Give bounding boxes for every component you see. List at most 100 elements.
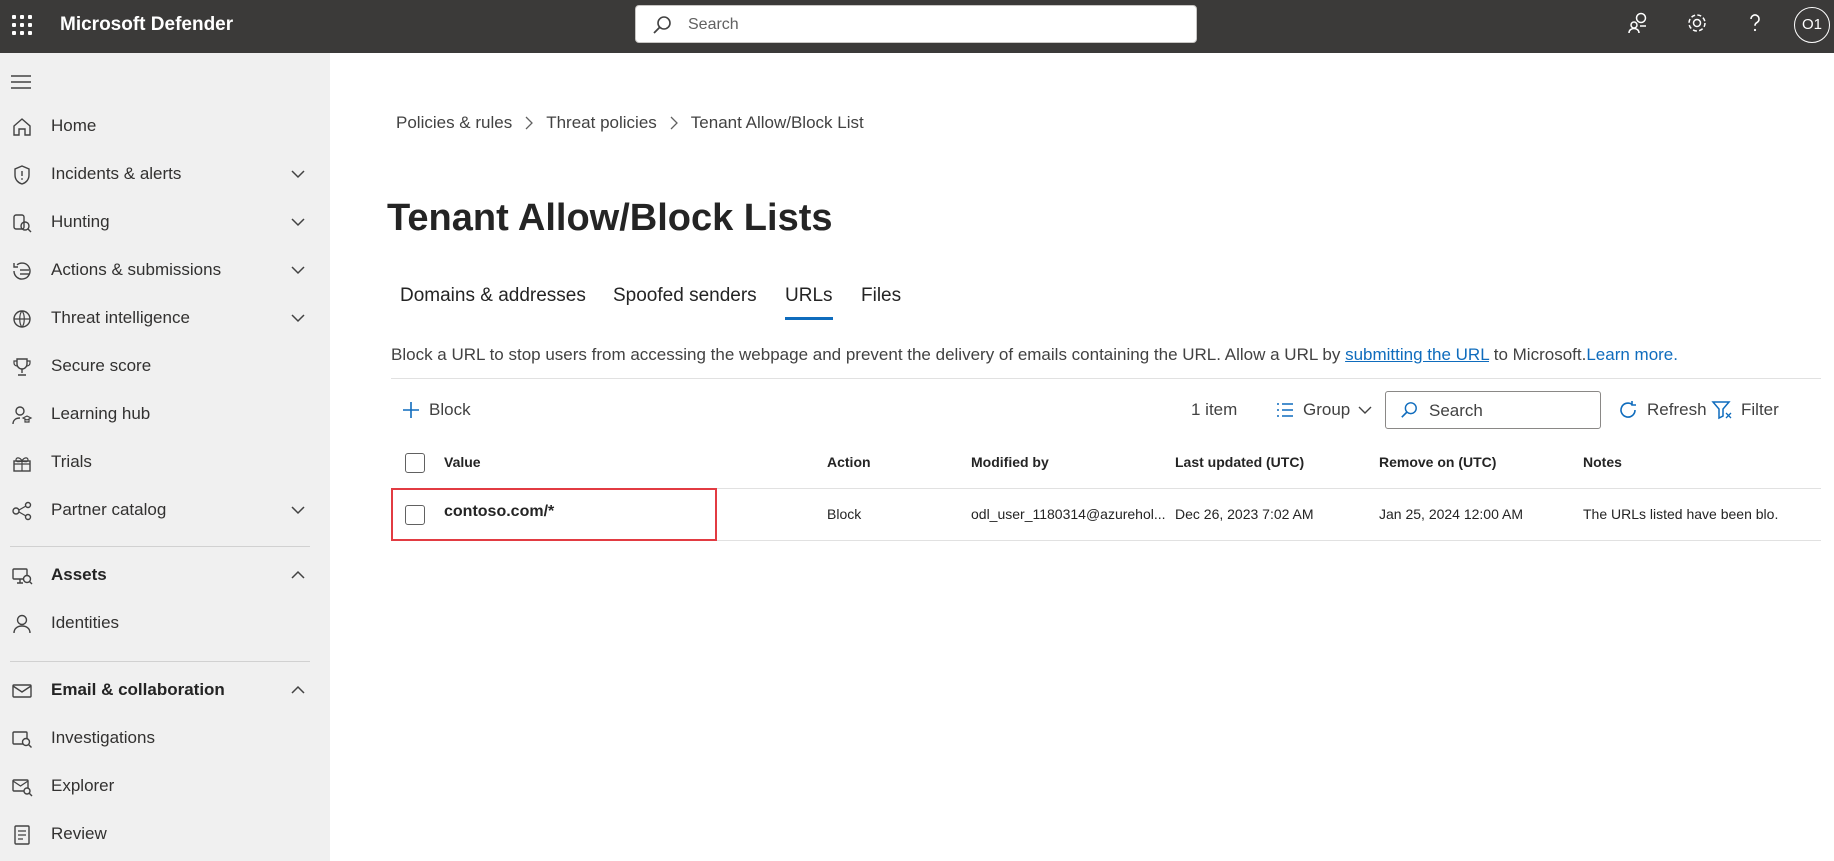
filter-label: Filter: [1741, 400, 1779, 419]
global-search-input[interactable]: Search: [635, 5, 1197, 43]
threat-intel-icon: [13, 310, 31, 328]
nav-item-learning-hub[interactable]: Learning hub: [0, 392, 330, 436]
nav-label: Actions & submissions: [51, 260, 222, 279]
breadcrumb-policies-rules[interactable]: Policies & rules: [396, 113, 512, 133]
column-header-remove-on[interactable]: Remove on (UTC): [1379, 454, 1496, 470]
table-search-placeholder: Search: [1429, 401, 1483, 420]
breadcrumb-threat-policies[interactable]: Threat policies: [546, 113, 657, 133]
refresh-icon: [1620, 401, 1636, 418]
help-icon[interactable]: [1742, 10, 1768, 36]
review-icon: [14, 825, 30, 845]
group-button[interactable]: Group: [1275, 385, 1372, 435]
breadcrumb-tenant-allow-block-list[interactable]: Tenant Allow/Block List: [691, 113, 864, 133]
command-bar: Block 1 item Group Search Refresh Filter: [391, 385, 1821, 435]
column-header-modified-by[interactable]: Modified by: [971, 454, 1049, 470]
select-all-checkbox[interactable]: [405, 453, 425, 473]
block-label: Block: [429, 400, 471, 419]
page-title: Tenant Allow/Block Lists: [387, 197, 833, 239]
submitting-url-link[interactable]: submitting the URL: [1345, 345, 1489, 364]
refresh-label: Refresh: [1647, 400, 1707, 419]
chevron-down-icon[interactable]: [290, 214, 306, 230]
app-title[interactable]: Microsoft Defender: [60, 14, 233, 36]
chevron-right-icon: [525, 116, 534, 130]
nav-label: Partner catalog: [51, 500, 167, 519]
nav-label: Incidents & alerts: [51, 164, 182, 183]
column-header-last-updated[interactable]: Last updated (UTC): [1175, 454, 1304, 470]
sidebar: Home Incidents & alerts Hunting Actions …: [0, 53, 330, 861]
list-icon: [1277, 403, 1293, 417]
nav-item-home[interactable]: Home: [0, 104, 330, 148]
nav-item-threat-intelligence[interactable]: Threat intelligence: [0, 296, 330, 340]
nav-item-identities[interactable]: Identities: [0, 601, 330, 645]
tab-files[interactable]: Files: [861, 285, 901, 317]
nav-item-incidents-alerts[interactable]: Incidents & alerts: [0, 152, 330, 196]
nav-item-assets[interactable]: Assets: [0, 553, 330, 597]
description-text-2: to Microsoft.: [1489, 345, 1587, 364]
cell-notes: The URLs listed have been blo...: [1583, 506, 1779, 522]
cell-remove-on: Jan 25, 2024 12:00 AM: [1379, 506, 1523, 522]
nav-label: Secure score: [51, 356, 152, 375]
column-header-value[interactable]: Value: [444, 454, 481, 470]
mail-icon: [12, 684, 32, 698]
filter-button[interactable]: Filter: [1711, 385, 1779, 435]
user-avatar[interactable]: O1: [1794, 7, 1830, 43]
nav-item-email-collaboration[interactable]: Email & collaboration: [0, 668, 330, 712]
home-icon: [13, 118, 31, 136]
highlight-box: [391, 488, 717, 541]
plus-icon: [403, 402, 419, 418]
tab-domains-addresses[interactable]: Domains & addresses: [400, 285, 586, 317]
settings-gear-icon[interactable]: [1684, 10, 1710, 36]
column-header-action[interactable]: Action: [827, 454, 871, 470]
chevron-down-icon[interactable]: [290, 502, 306, 518]
group-label: Group: [1303, 400, 1351, 419]
learn-more-link[interactable]: Learn more.: [1586, 345, 1678, 364]
tab-spoofed-senders[interactable]: Spoofed senders: [613, 285, 757, 317]
chevron-up-icon[interactable]: [290, 567, 306, 583]
explorer-icon: [12, 779, 33, 797]
nav-label: Review: [51, 824, 107, 843]
nav-item-explorer[interactable]: Explorer: [0, 764, 330, 808]
learning-icon: [12, 406, 33, 425]
block-button[interactable]: Block: [401, 385, 471, 435]
nav-label: Assets: [51, 565, 107, 584]
chevron-down-icon[interactable]: [290, 262, 306, 278]
cell-modified-by: odl_user_1180314@azurehol...: [971, 506, 1166, 522]
nav-label: Email & collaboration: [51, 680, 225, 699]
nav-label: Home: [51, 116, 97, 135]
cell-last-updated: Dec 26, 2023 7:02 AM: [1175, 506, 1314, 522]
chevron-down-icon[interactable]: [290, 310, 306, 326]
nav-divider: [10, 661, 310, 662]
trials-icon: [13, 457, 31, 472]
table-search-input[interactable]: Search: [1385, 391, 1601, 429]
nav-label: Learning hub: [51, 404, 151, 423]
chevron-down-icon: [1358, 406, 1372, 414]
nav-label: Hunting: [51, 212, 110, 231]
partner-icon: [12, 501, 32, 521]
nav-label: Threat intelligence: [51, 308, 190, 327]
app-launcher-icon[interactable]: [10, 13, 32, 35]
top-bar: Microsoft Defender Search O1: [0, 0, 1834, 53]
item-count: 1 item: [1191, 400, 1238, 419]
refresh-button[interactable]: Refresh: [1617, 385, 1707, 435]
column-header-notes[interactable]: Notes: [1583, 454, 1622, 470]
divider: [391, 378, 1821, 379]
nav-item-actions-submissions[interactable]: Actions & submissions: [0, 248, 330, 292]
hamburger-menu-icon[interactable]: [10, 73, 32, 91]
nav-item-investigations[interactable]: Investigations: [0, 716, 330, 760]
nav-item-review[interactable]: Review: [0, 812, 330, 856]
chevron-up-icon[interactable]: [290, 682, 306, 698]
shield-icon: [14, 165, 30, 185]
assets-icon: [12, 568, 33, 585]
community-icon[interactable]: [1626, 10, 1652, 36]
tab-urls[interactable]: URLs: [785, 285, 833, 320]
nav-item-partner-catalog[interactable]: Partner catalog: [0, 488, 330, 532]
nav-divider: [10, 546, 310, 547]
filter-icon: [1711, 401, 1732, 420]
search-icon: [1401, 402, 1417, 418]
nav-item-hunting[interactable]: Hunting: [0, 200, 330, 244]
description: Block a URL to stop users from accessing…: [391, 345, 1678, 365]
nav-label: Identities: [51, 613, 120, 632]
chevron-down-icon[interactable]: [290, 166, 306, 182]
nav-item-trials[interactable]: Trials: [0, 440, 330, 484]
nav-item-secure-score[interactable]: Secure score: [0, 344, 330, 388]
